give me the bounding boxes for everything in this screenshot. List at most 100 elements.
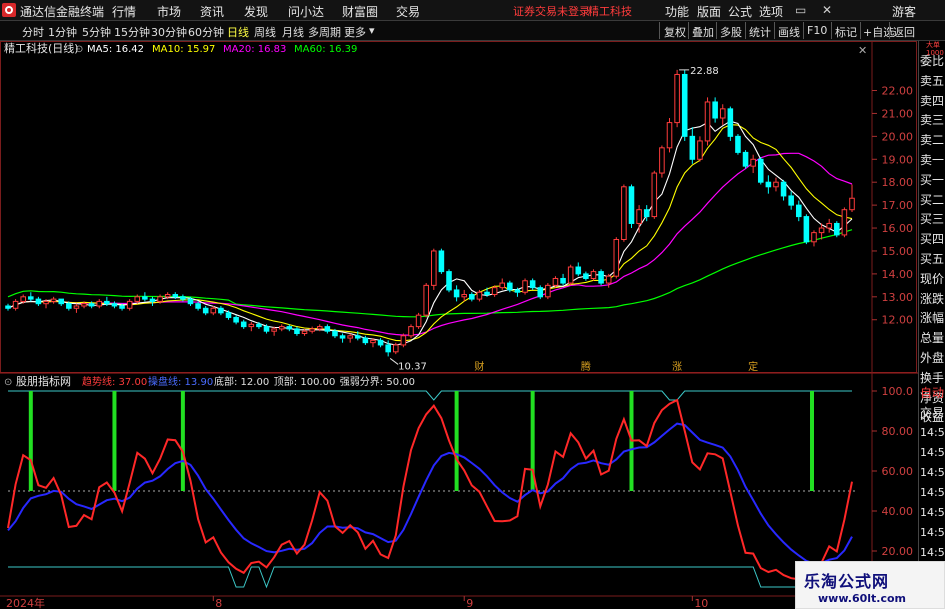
trade-time-item[interactable]: 14:56 — [920, 526, 945, 540]
menu-xiaoda[interactable]: 问小达 — [288, 3, 324, 20]
candle-body — [180, 296, 186, 300]
period-30min[interactable]: 30分钟 — [151, 24, 187, 40]
trade-time-item[interactable]: 14:56 — [920, 426, 945, 440]
f10-button[interactable]: F10 — [807, 24, 827, 37]
multi-stock-button[interactable]: 多股 — [720, 24, 742, 40]
menu-wealth[interactable]: 财富圈 — [342, 3, 378, 20]
candle-body — [727, 108, 734, 137]
side-quote-item[interactable]: 卖一 — [920, 153, 944, 167]
candle-body — [704, 101, 711, 142]
event-marker-label[interactable]: 定 — [748, 360, 758, 373]
side-quote-item[interactable]: 换手 — [920, 371, 944, 385]
gear-icon[interactable]: ⊙ — [4, 377, 12, 388]
period-tick[interactable]: 分时 — [22, 24, 44, 40]
draw-line-button[interactable]: 画线 — [778, 24, 800, 40]
candle-body — [818, 227, 825, 234]
watermark: 乐淘公式网 www.60lt.com — [795, 561, 945, 609]
user-guest[interactable]: 游客 — [892, 3, 916, 20]
menu-function[interactable]: 功能 — [665, 3, 689, 20]
trade-time-item[interactable]: 14:56 — [920, 446, 945, 460]
menu-options[interactable]: 选项 — [759, 3, 783, 20]
side-quote-item[interactable]: 卖四 — [920, 94, 944, 108]
auto-trade-item[interactable]: 交易 — [920, 406, 944, 420]
candle-body — [757, 158, 764, 183]
candle-body — [613, 239, 620, 277]
trade-time-item[interactable]: 14:56 — [920, 486, 945, 500]
close-icon[interactable]: ✕ — [858, 44, 867, 57]
period-daily[interactable]: 日线 — [227, 24, 249, 40]
trade-time-item[interactable]: 14:56 — [920, 506, 945, 520]
candle-body — [453, 289, 460, 298]
window-close-icon[interactable]: ✕ — [822, 3, 832, 17]
side-quote-item[interactable]: 委比 — [920, 54, 944, 68]
back-button[interactable]: 返回 — [893, 24, 915, 40]
side-quote-panel: 大单1000 委比 卖五 卖四 卖三 卖二 卖一 买一 买二 买三 买四 买五 现价 涨跌 涨幅 总量 外盘换… — [918, 41, 945, 609]
statistics-button[interactable]: 统计 — [749, 24, 771, 40]
kline-chart[interactable]: 22.88 10.37 财 腾 涨 定 22.00 21.00 20.00 19.00 18.00… — [0, 41, 918, 609]
side-quote-item[interactable]: 总量 — [920, 331, 944, 345]
side-quote-item[interactable]: 买三 — [920, 212, 944, 226]
menu-formula[interactable]: 公式 — [728, 3, 752, 20]
side-quote-item[interactable]: 买二 — [920, 193, 944, 207]
side-quote-item[interactable]: 外盘 — [920, 351, 944, 365]
x-axis-label: 2024年 — [6, 596, 45, 609]
indicator-name[interactable]: 股朋指标网 — [16, 374, 71, 388]
period-15min[interactable]: 15分钟 — [114, 24, 150, 40]
event-marker-label[interactable]: 财 — [474, 360, 484, 373]
side-quote-item[interactable]: 买一 — [920, 173, 944, 187]
menu-trade[interactable]: 交易 — [396, 3, 420, 20]
high-price-label: 22.88 — [690, 66, 719, 77]
side-quote-item[interactable]: 涨幅 — [920, 311, 944, 325]
trade-time-item[interactable]: 14:56 — [920, 466, 945, 480]
period-multi[interactable]: 多周期 — [308, 24, 341, 40]
candle-body — [469, 294, 475, 300]
event-marker-label[interactable]: 涨 — [672, 361, 682, 373]
candle-body — [834, 222, 840, 236]
candle-body — [286, 326, 293, 330]
indicator-panel — [7, 390, 855, 589]
side-quote-item[interactable]: 涨跌 — [920, 292, 944, 306]
mark-button[interactable]: 标记 — [835, 24, 857, 40]
period-weekly[interactable]: 周线 — [254, 24, 276, 40]
chevron-down-icon[interactable]: ▾ — [369, 24, 375, 37]
overlay-button[interactable]: 叠加 — [692, 24, 714, 40]
period-1min[interactable]: 1分钟 — [48, 24, 77, 40]
menu-bar: 通达信金融终端 行情 市场 资讯 发现 问小达 财富圈 交易 证券交易未登录 精… — [0, 0, 945, 21]
side-quote-item[interactable]: 卖三 — [920, 113, 944, 127]
period-60min[interactable]: 60分钟 — [188, 24, 224, 40]
period-5min[interactable]: 5分钟 — [82, 24, 111, 40]
trade-time-item[interactable]: 14:56 — [920, 546, 945, 560]
x-axis-label: 9 — [466, 597, 473, 609]
current-stock-name: 精工科技 — [588, 5, 632, 18]
candle-body — [187, 298, 194, 305]
menu-discover[interactable]: 发现 — [244, 3, 268, 20]
side-quote-item[interactable]: 卖五 — [920, 74, 944, 88]
chevron-down-icon[interactable]: ⊙ — [75, 44, 83, 55]
trade-login-warning[interactable]: 证券交易未登录 — [513, 3, 590, 19]
menu-quotes[interactable]: 行情 — [112, 3, 136, 20]
candle-body — [119, 305, 125, 309]
period-more[interactable]: 更多 — [344, 24, 366, 40]
side-quote-item[interactable]: 卖二 — [920, 133, 944, 147]
candle-body — [248, 323, 255, 328]
side-quote-item[interactable]: 买五 — [920, 252, 944, 266]
auto-trade-item[interactable]: 自动 — [920, 386, 944, 400]
period-monthly[interactable]: 月线 — [282, 24, 304, 40]
toolbar-divider — [803, 22, 804, 39]
watermark-url: www.60lt.com — [818, 592, 907, 605]
menu-layout[interactable]: 版面 — [697, 3, 721, 20]
menu-market[interactable]: 市场 — [157, 3, 181, 20]
window-restore-icon[interactable]: ▭ — [795, 3, 806, 17]
candle-body — [35, 298, 42, 305]
toolbar-divider — [860, 22, 861, 39]
event-marker-label[interactable]: 腾 — [581, 360, 591, 373]
chart-title: 精工科技(日线) — [4, 41, 79, 55]
candle-body — [651, 172, 658, 218]
adjust-button[interactable]: 复权 — [664, 24, 686, 40]
menu-news[interactable]: 资讯 — [200, 3, 224, 20]
chart-area[interactable]: 22.88 10.37 财 腾 涨 定 22.00 21.00 20.00 19.00 18.00… — [0, 41, 945, 609]
candle-body — [598, 271, 604, 284]
side-quote-item[interactable]: 现价 — [920, 272, 944, 286]
candle-body — [58, 298, 65, 305]
side-quote-item[interactable]: 买四 — [920, 232, 944, 246]
